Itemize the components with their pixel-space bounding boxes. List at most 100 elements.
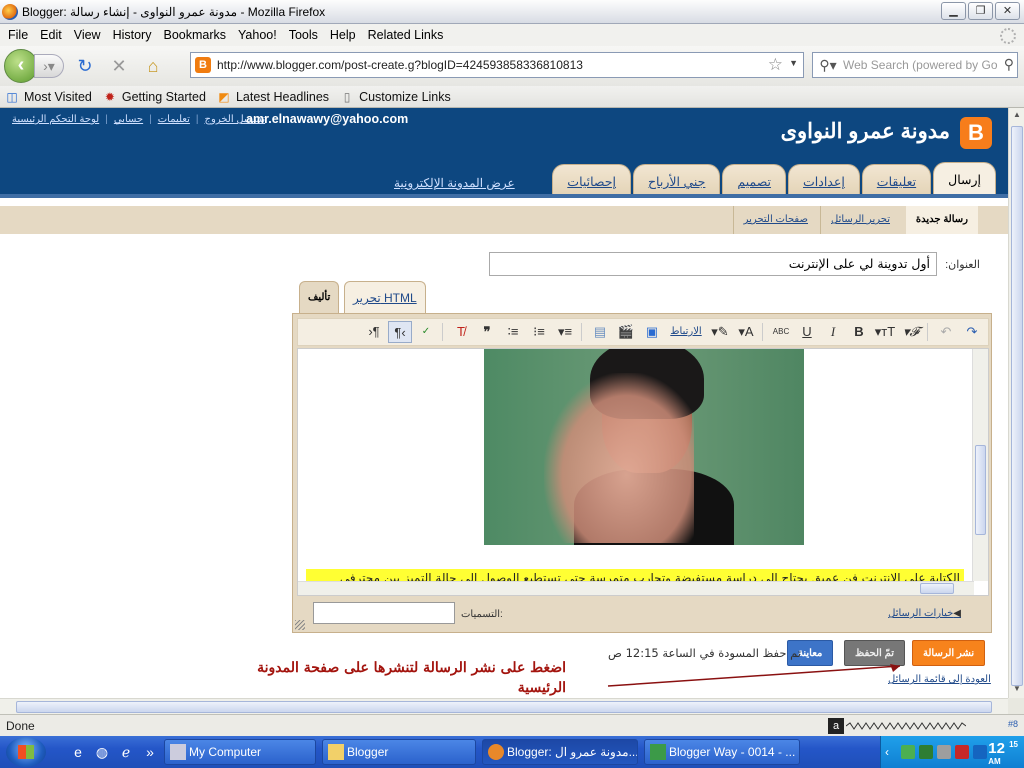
menu-history[interactable]: History — [109, 28, 160, 42]
menu-edit[interactable]: Edit — [36, 28, 70, 42]
post-options-link[interactable]: ◀خيارات الرسائل — [888, 608, 963, 619]
labels-input[interactable] — [313, 602, 455, 624]
quote-icon[interactable]: ❞ — [475, 321, 499, 343]
remove-formatting-icon[interactable]: T̸ — [449, 321, 473, 343]
numbered-list-icon[interactable]: ⁝≡ — [527, 321, 551, 343]
tray-network-icon[interactable] — [901, 745, 915, 759]
page-scroll-thumb[interactable] — [1011, 126, 1023, 686]
scroll-down-icon[interactable]: ▼ — [1011, 684, 1023, 696]
tab-edit-html[interactable]: تحرير HTML — [344, 281, 426, 313]
spell-check-icon[interactable]: ✓ — [414, 321, 438, 343]
scroll-up-icon[interactable]: ▲ — [1011, 110, 1023, 122]
start-button[interactable] — [6, 737, 46, 767]
window-titlebar[interactable]: Blogger: مدونة عمرو النواوى - إنشاء رسال… — [0, 0, 1024, 24]
reload-icon[interactable]: ↻ — [72, 53, 98, 79]
help-link[interactable]: تعليمات — [158, 114, 190, 125]
page-horizontal-scrollbar[interactable] — [0, 698, 1008, 714]
menu-related-links[interactable]: Related Links — [364, 28, 452, 42]
strikethrough-abc-icon[interactable]: ABC — [769, 321, 793, 343]
link-button[interactable]: الارتباط — [666, 321, 706, 343]
blogger-logo-icon[interactable]: B — [960, 117, 992, 149]
search-go-icon[interactable]: ⚲ — [1004, 56, 1014, 73]
tab-layout[interactable]: تصميم — [722, 164, 787, 198]
menu-tools[interactable]: Tools — [285, 28, 326, 42]
bookmark-customize-links[interactable]: ▯ Customize Links — [339, 90, 451, 104]
stop-icon[interactable]: ✕ — [106, 53, 132, 79]
subtab-edit-pages[interactable]: صفحات التحرير — [732, 206, 818, 234]
font-family-icon[interactable]: ▾𝓕 — [899, 321, 923, 343]
menu-bookmarks[interactable]: Bookmarks — [159, 28, 234, 42]
publish-post-button[interactable]: نشر الرسالة — [912, 640, 986, 666]
url-dropdown-icon[interactable]: ▼ — [789, 58, 798, 68]
quicklaunch-more-icon[interactable]: » — [142, 744, 158, 760]
firefox-quicklaunch-icon[interactable]: ◍ — [94, 744, 110, 760]
menu-file[interactable]: File — [4, 28, 36, 42]
tab-compose[interactable]: تأليف — [299, 281, 340, 313]
bookmark-star-icon[interactable]: ☆ — [768, 55, 783, 75]
view-blog-link[interactable]: عرض المدونة الإلكترونية — [394, 176, 515, 190]
url-text[interactable]: http://www.blogger.com/post-create.g?blo… — [217, 58, 583, 72]
maximize-button[interactable]: ❐ — [968, 2, 993, 20]
italic-icon[interactable]: I — [821, 321, 845, 343]
back-button[interactable]: ‹ — [4, 49, 38, 83]
menu-yahoo[interactable]: Yahoo! — [234, 28, 285, 42]
forward-button[interactable]: ›▾ — [34, 54, 64, 78]
post-title-input[interactable]: أول تدوينة لي على الإنترنت — [489, 252, 937, 276]
tray-security-icon[interactable] — [919, 745, 933, 759]
task-firefox-blogger[interactable]: Blogger: مدونة عمرو ال... — [482, 739, 638, 765]
highlight-color-icon[interactable]: ▾✎ — [708, 321, 732, 343]
ie-quicklaunch-icon[interactable]: e — [70, 744, 86, 760]
tab-monetize[interactable]: جني الأرباح — [632, 164, 721, 198]
jump-break-icon[interactable]: ▤ — [588, 321, 612, 343]
search-input[interactable]: Web Search (powered by Go — [843, 58, 999, 72]
bookmark-getting-started[interactable]: ✹ Getting Started — [102, 90, 206, 104]
rtl-direction-icon[interactable]: ¶‹ — [388, 321, 412, 343]
ltr-direction-icon[interactable]: ›¶ — [362, 321, 386, 343]
redo-icon[interactable]: ↷ — [960, 321, 984, 343]
insert-image-icon[interactable]: ▣ — [640, 321, 664, 343]
editor-horizontal-scrollbar[interactable] — [298, 581, 974, 595]
bookmark-most-visited[interactable]: ◫ Most Visited — [4, 90, 92, 104]
tray-app-icon[interactable] — [973, 745, 987, 759]
bold-icon[interactable]: B — [847, 321, 871, 343]
bookmark-latest-headlines[interactable]: ◩ Latest Headlines — [216, 90, 329, 104]
subtab-edit-posts[interactable]: تحرير الرسائل — [820, 206, 900, 234]
editor-vertical-scrollbar[interactable] — [972, 349, 988, 581]
tray-antivirus-icon[interactable] — [955, 745, 969, 759]
post-image[interactable] — [484, 349, 804, 545]
home-icon[interactable]: ⌂ — [140, 53, 166, 79]
tab-stats[interactable]: إحصائيات — [552, 164, 631, 198]
ie2-quicklaunch-icon[interactable]: ℯ — [118, 744, 134, 760]
tray-volume-icon[interactable] — [937, 745, 951, 759]
bullet-list-icon[interactable]: ∶≡ — [501, 321, 525, 343]
search-bar[interactable]: ⚲▾ Web Search (powered by Go ⚲ — [812, 52, 1018, 78]
undo-icon[interactable]: ↶ — [934, 321, 958, 343]
search-engine-icon[interactable]: ⚲▾ — [813, 57, 843, 74]
resize-grip-icon[interactable] — [295, 620, 305, 630]
tab-posting[interactable]: إرسال — [933, 162, 996, 198]
tray-clock[interactable]: 12 15 AM — [988, 740, 1018, 768]
menu-help[interactable]: Help — [326, 28, 364, 42]
tray-expand-icon[interactable]: ‹ — [885, 745, 899, 759]
close-button[interactable]: ✕ — [995, 2, 1020, 20]
insert-video-icon[interactable]: 🎬 — [614, 321, 638, 343]
minimize-button[interactable]: ▁ — [941, 2, 966, 20]
task-blogger-way[interactable]: Blogger Way - 0014 - ... — [644, 739, 800, 765]
addon-icon[interactable]: a — [828, 718, 844, 734]
task-my-computer[interactable]: My Computer — [164, 739, 316, 765]
account-link[interactable]: حسابي — [114, 114, 143, 125]
editor-content[interactable]: الكتابة على الانترنت فن عميق يحتاج الى د… — [297, 348, 989, 596]
font-size-icon[interactable]: ▾тT — [873, 321, 897, 343]
most-visited-icon: ◫ — [6, 89, 18, 104]
page-vertical-scrollbar[interactable]: ▲ ▼ — [1008, 108, 1024, 698]
tab-settings[interactable]: إعدادات — [788, 164, 860, 198]
underline-icon[interactable]: U — [795, 321, 819, 343]
tab-comments[interactable]: تعليقات — [861, 164, 932, 198]
task-blogger-folder[interactable]: Blogger — [322, 739, 476, 765]
align-icon[interactable]: ▾≡ — [553, 321, 577, 343]
subtab-new-post[interactable]: رسالة جديدة — [905, 206, 978, 234]
url-bar[interactable]: B http://www.blogger.com/post-create.g?b… — [190, 52, 804, 78]
menu-view[interactable]: View — [70, 28, 109, 42]
dashboard-link[interactable]: لوحة التحكم الرئيسية — [12, 114, 99, 125]
text-color-icon[interactable]: ▾A — [734, 321, 758, 343]
